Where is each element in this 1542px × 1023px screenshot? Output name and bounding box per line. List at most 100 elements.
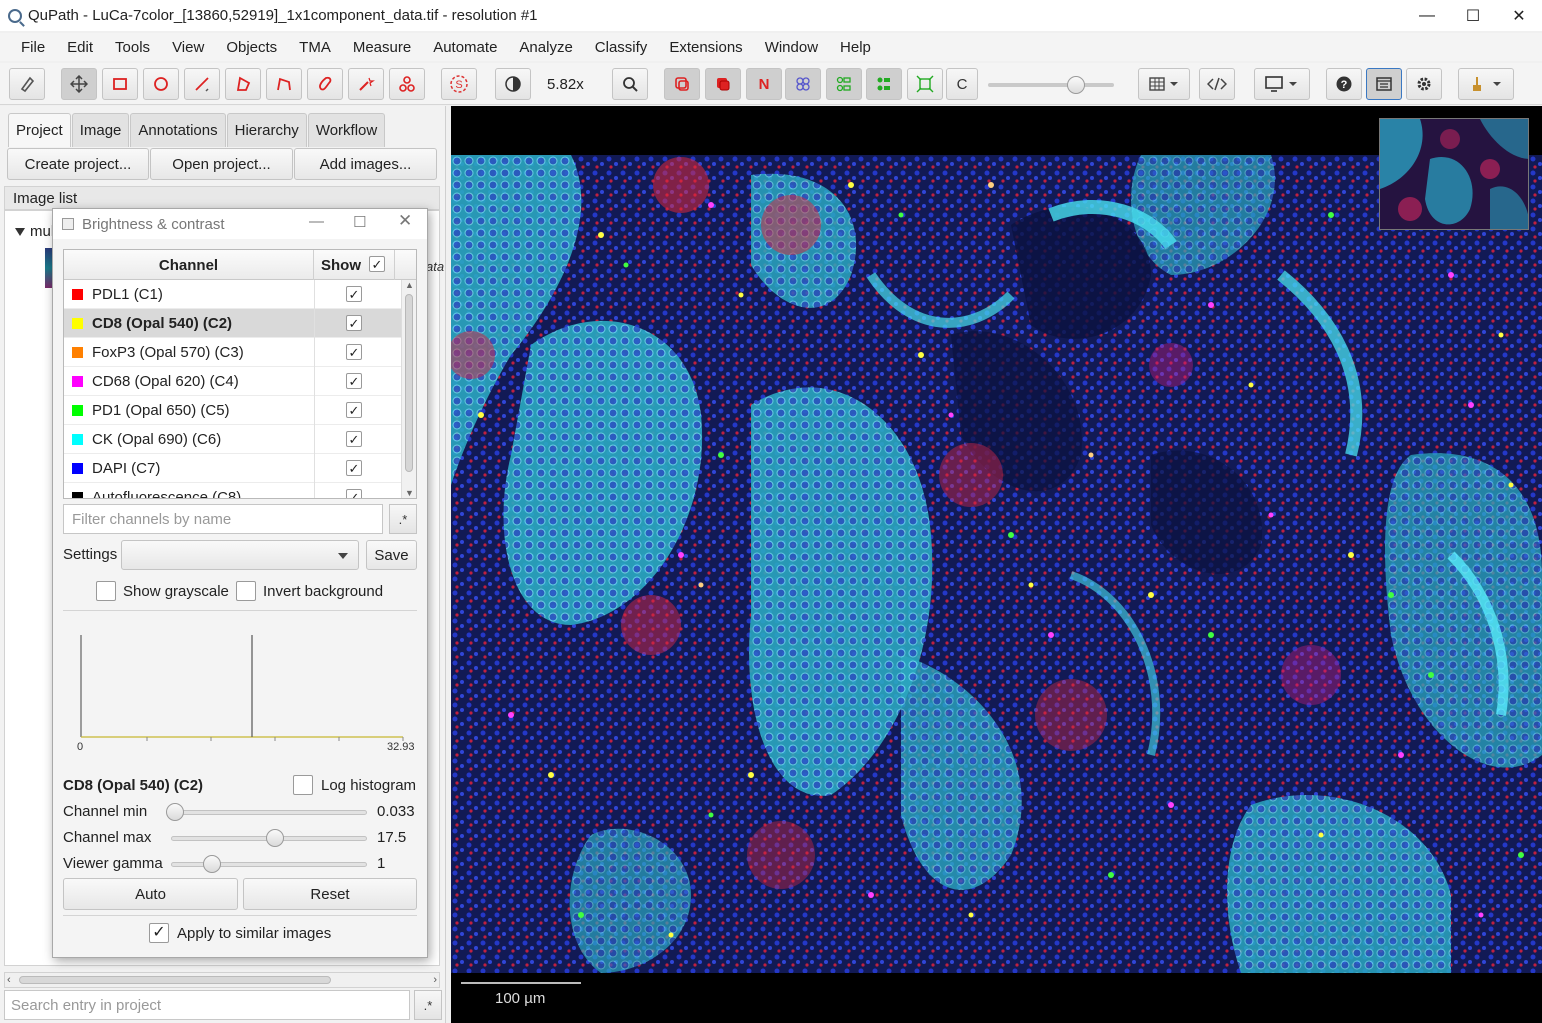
close-button[interactable]: ✕ [1496,0,1542,32]
create-project-button[interactable]: Create project... [7,148,149,180]
channel-table-scrollbar[interactable]: ▲ ▼ [401,280,416,498]
channel-row[interactable]: CD8 (Opal 540) (C2) ✓ [64,309,401,338]
show-grayscale-checkbox[interactable] [96,581,116,601]
menu-tools[interactable]: Tools [104,39,161,56]
opacity-slider-knob[interactable] [1067,76,1085,94]
scroll-down-icon[interactable]: ▼ [405,488,414,498]
channel-row[interactable]: Autofluorescence (C8) ✓ [64,483,401,498]
tab-project[interactable]: Project [8,113,71,147]
dialog-minimize-button[interactable]: — [309,213,324,230]
minimize-button[interactable]: — [1404,0,1450,32]
points-tool-button[interactable] [389,68,425,100]
cursor-button[interactable] [1458,68,1514,100]
channel-show-checkbox[interactable]: ✓ [346,431,362,447]
horizontal-scrollbar[interactable]: ‹ › [4,972,440,988]
maximize-button[interactable]: ☐ [1450,0,1496,32]
channel-color-swatch[interactable] [72,405,83,416]
channel-scroll-thumb[interactable] [405,294,413,472]
channel-column-header[interactable]: Channel [64,250,314,280]
brightness-contrast-button[interactable] [495,68,531,100]
channel-show-checkbox[interactable]: ✓ [346,460,362,476]
opacity-slider[interactable] [988,83,1114,87]
multiplex-tissue-image[interactable] [451,155,1542,973]
tree-root-label[interactable]: mul [30,223,54,240]
wand-tool-button[interactable] [348,68,384,100]
save-settings-button[interactable]: Save [366,540,417,570]
channel-row[interactable]: CK (Opal 690) (C6) ✓ [64,425,401,454]
menu-file[interactable]: File [10,39,56,56]
open-project-button[interactable]: Open project... [150,148,293,180]
dialog-close-button[interactable]: ✕ [398,211,412,231]
filter-regex-button[interactable]: .* [389,504,417,534]
search-entry-input[interactable]: Search entry in project [4,990,410,1020]
apply-similar-checkbox[interactable]: ✓ [149,923,169,943]
polyline-tool-button[interactable] [266,68,302,100]
image-entry-label[interactable]: ata [426,259,444,274]
tab-hierarchy[interactable]: Hierarchy [226,113,307,147]
show-pixel-classification-button[interactable] [907,68,943,100]
fill-detections-button[interactable] [866,68,902,100]
tree-expand-icon[interactable] [15,228,25,236]
auto-button[interactable]: Auto [63,878,238,910]
rectangle-tool-button[interactable] [102,68,138,100]
show-log-button[interactable] [1366,68,1402,100]
menu-automate[interactable]: Automate [422,39,508,56]
zoom-to-fit-button[interactable] [612,68,648,100]
viewer-display-button[interactable] [1254,68,1310,100]
channel-row[interactable]: DAPI (C7) ✓ [64,454,401,483]
channel-color-swatch[interactable] [72,376,83,387]
fill-annotations-button[interactable] [705,68,741,100]
dialog-maximize-button[interactable]: ☐ [353,213,366,231]
show-annotations-button[interactable] [664,68,700,100]
channel-color-swatch[interactable] [72,463,83,474]
measurement-table-button[interactable] [1138,68,1190,100]
menu-measure[interactable]: Measure [342,39,422,56]
scroll-up-icon[interactable]: ▲ [405,280,414,290]
viewer-gamma-slider[interactable] [171,862,367,867]
show-column-header[interactable]: Show ✓ [315,250,395,280]
channel-show-checkbox[interactable]: ✓ [346,402,362,418]
invert-background-checkbox[interactable] [236,581,256,601]
add-images-button[interactable]: Add images... [294,148,437,180]
menu-help[interactable]: Help [829,39,882,56]
scrollbar-thumb[interactable] [19,976,331,984]
channel-color-swatch[interactable] [72,434,83,445]
channel-row[interactable]: CD68 (Opal 620) (C4) ✓ [64,367,401,396]
channel-min-knob[interactable] [166,803,184,821]
dialog-title-bar[interactable]: Brightness & contrast — ☐ ✕ [53,209,427,239]
help-button[interactable]: ? [1326,68,1362,100]
menu-classify[interactable]: Classify [584,39,659,56]
channel-max-knob[interactable] [266,829,284,847]
overview-thumbnail[interactable] [1379,118,1529,230]
channel-color-swatch[interactable] [72,289,83,300]
settings-dropdown[interactable] [121,540,359,570]
scroll-right-icon[interactable]: › [433,974,437,986]
channel-histogram[interactable] [63,623,417,753]
show-detections-button[interactable] [826,68,862,100]
channel-table[interactable]: Channel Show ✓ PDL1 (C1) ✓ CD8 (Opal 540) … [63,249,417,499]
menu-window[interactable]: Window [754,39,829,56]
channel-show-checkbox[interactable]: ✓ [346,489,362,498]
show-names-button[interactable]: N [746,68,782,100]
search-regex-button[interactable]: .* [414,990,442,1020]
move-tool-button[interactable] [61,68,97,100]
script-editor-button[interactable] [1199,68,1235,100]
channel-row[interactable]: FoxP3 (Opal 570) (C3) ✓ [64,338,401,367]
channel-color-swatch[interactable] [72,492,83,498]
menu-extensions[interactable]: Extensions [658,39,753,56]
tab-workflow[interactable]: Workflow [307,113,386,147]
tab-image[interactable]: Image [71,113,130,147]
channel-show-checkbox[interactable]: ✓ [346,315,362,331]
menu-view[interactable]: View [161,39,215,56]
selection-mode-button[interactable]: S [441,68,477,100]
channel-color-swatch[interactable] [72,347,83,358]
channel-viewer-button[interactable]: C [946,68,978,100]
line-tool-button[interactable] [184,68,220,100]
tab-annotations[interactable]: Annotations [130,113,226,147]
menu-analyze[interactable]: Analyze [508,39,583,56]
channel-show-checkbox[interactable]: ✓ [346,373,362,389]
channel-min-slider[interactable] [171,810,367,815]
channel-color-swatch[interactable] [72,318,83,329]
viewer-gamma-knob[interactable] [203,855,221,873]
preferences-button[interactable] [1406,68,1442,100]
